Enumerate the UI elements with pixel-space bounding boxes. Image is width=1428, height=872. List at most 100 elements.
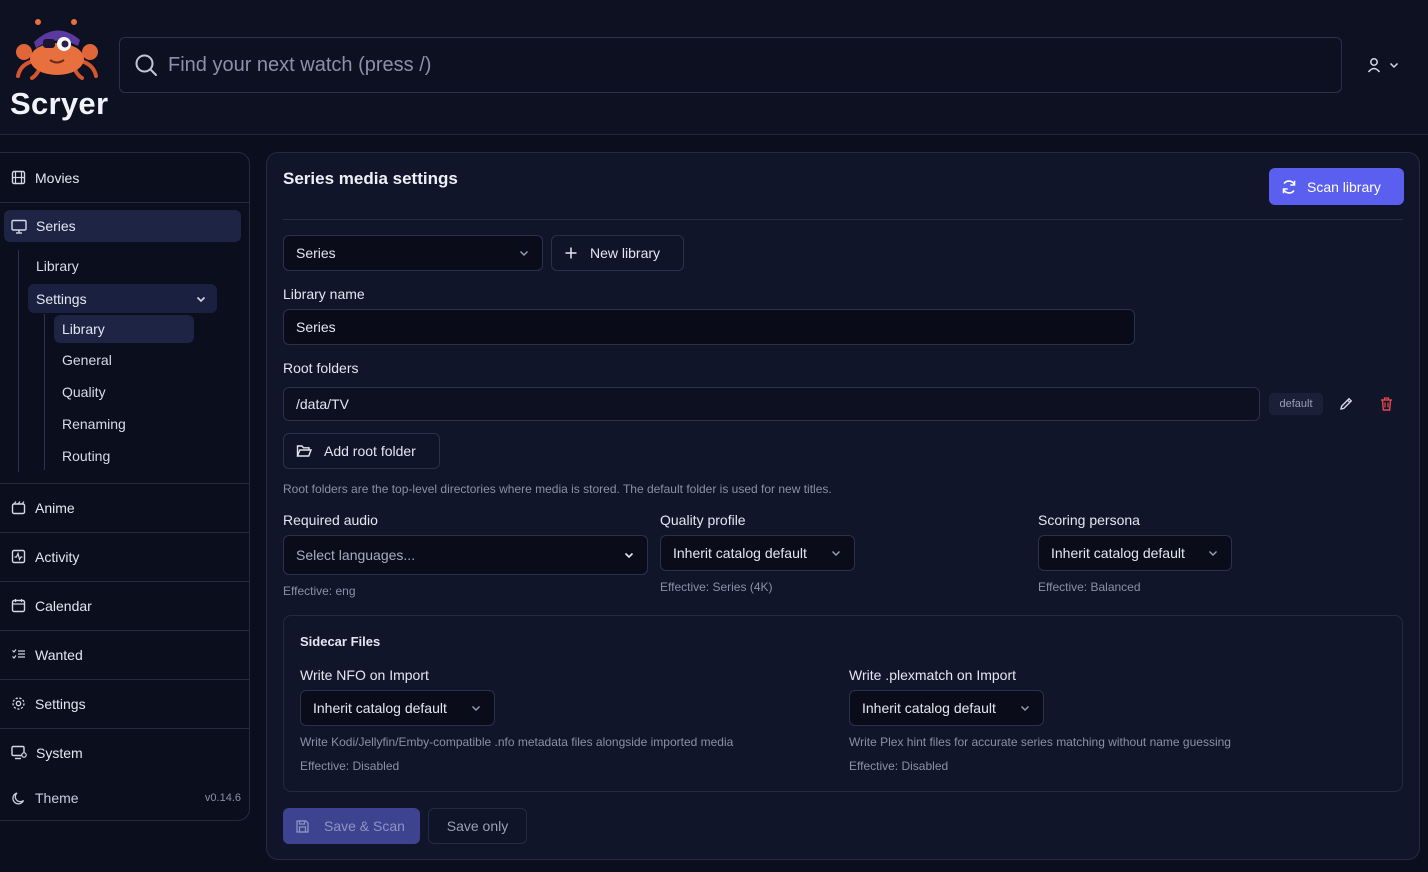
save-and-scan-label: Save & Scan xyxy=(324,818,405,834)
theme-label: Theme xyxy=(35,790,79,806)
sidebar-item-label: Settings xyxy=(35,695,86,712)
divider xyxy=(0,202,249,203)
root-folder-path-value: /data/TV xyxy=(296,396,349,412)
root-folders-label: Root folders xyxy=(283,360,359,376)
library-select-value: Series xyxy=(296,245,336,261)
library-select[interactable]: Series xyxy=(283,235,543,271)
sidebar-item-label: Series xyxy=(36,218,76,234)
sidebar-item-settings[interactable]: Settings xyxy=(0,679,249,728)
required-audio-label: Required audio xyxy=(283,512,378,528)
library-name-label: Library name xyxy=(283,286,365,302)
moon-icon xyxy=(11,791,26,806)
plexmatch-value: Inherit catalog default xyxy=(862,700,996,716)
sidebar-item-activity[interactable]: Activity xyxy=(0,532,249,581)
sidebar-item-series[interactable]: Series xyxy=(4,210,241,242)
scan-library-button[interactable]: Scan library xyxy=(1269,168,1404,205)
activity-icon xyxy=(11,549,26,564)
add-root-folder-label: Add root folder xyxy=(324,443,416,459)
sidebar: Movies Series Library Settings Library G… xyxy=(0,152,250,821)
chevron-down-icon xyxy=(1388,59,1400,71)
user-icon xyxy=(1366,57,1382,73)
settings-item-quality[interactable]: Quality xyxy=(62,378,106,406)
list-checks-icon xyxy=(11,647,26,662)
sidebar-item-label: Wanted xyxy=(35,646,83,663)
chevron-down-icon xyxy=(623,549,635,561)
sidebar-item-wanted[interactable]: Wanted xyxy=(0,630,249,679)
scoring-persona-effective: Effective: Balanced xyxy=(1038,580,1141,594)
scoring-persona-label: Scoring persona xyxy=(1038,512,1140,528)
scryer-logo[interactable] xyxy=(14,14,100,82)
sidebar-item-label: Anime xyxy=(35,499,75,516)
calendar-icon xyxy=(11,598,26,613)
plus-icon xyxy=(564,246,578,260)
sidebar-item-series-settings[interactable]: Settings xyxy=(28,284,217,313)
chevron-down-icon xyxy=(195,293,207,305)
chevron-down-icon xyxy=(470,702,482,714)
sidebar-item-label: Activity xyxy=(35,548,80,565)
sidebar-item-label: Settings xyxy=(36,290,87,307)
scan-library-label: Scan library xyxy=(1307,178,1381,195)
save-only-button[interactable]: Save only xyxy=(428,808,527,844)
library-name-field[interactable]: Series xyxy=(283,309,1135,345)
trash-icon[interactable] xyxy=(1379,396,1394,412)
add-root-folder-button[interactable]: Add root folder xyxy=(283,433,440,469)
search-input[interactable] xyxy=(168,53,1268,77)
nfo-effective: Effective: Disabled xyxy=(300,759,400,773)
nfo-select[interactable]: Inherit catalog default xyxy=(300,690,495,726)
quality-profile-select[interactable]: Inherit catalog default xyxy=(660,535,855,571)
settings-item-renaming[interactable]: Renaming xyxy=(62,410,126,438)
root-folder-path[interactable]: /data/TV xyxy=(283,387,1260,421)
monitor-icon xyxy=(11,219,27,234)
nfo-value: Inherit catalog default xyxy=(313,700,447,716)
sidebar-item-label: Calendar xyxy=(35,597,92,614)
gear-icon xyxy=(11,696,26,711)
plexmatch-effective: Effective: Disabled xyxy=(849,759,949,773)
sidebar-item-label: Movies xyxy=(35,169,80,186)
settings-item-routing[interactable]: Routing xyxy=(62,442,110,470)
sidecar-files-section: Sidecar Files Write NFO on Import Inheri… xyxy=(283,615,1403,792)
chevron-down-icon xyxy=(518,247,530,259)
default-badge: default xyxy=(1269,393,1323,415)
quality-profile-label: Quality profile xyxy=(660,512,746,528)
scoring-persona-select[interactable]: Inherit catalog default xyxy=(1038,535,1232,571)
search-bar[interactable] xyxy=(119,37,1342,93)
sidebar-item-movies[interactable]: Movies xyxy=(0,153,249,202)
save-icon xyxy=(295,819,310,834)
system-icon xyxy=(11,745,27,760)
brand-name: Scryer xyxy=(10,86,109,121)
app-version: v0.14.6 xyxy=(204,792,241,804)
film-icon xyxy=(11,170,26,185)
required-audio-select[interactable]: Select languages... xyxy=(283,535,648,575)
settings-item-general[interactable]: General xyxy=(62,346,112,374)
sidebar-item-calendar[interactable]: Calendar xyxy=(0,581,249,630)
anime-icon xyxy=(11,500,26,515)
plexmatch-select[interactable]: Inherit catalog default xyxy=(849,690,1044,726)
search-icon xyxy=(134,53,158,77)
root-folders-hint: Root folders are the top-level directori… xyxy=(283,482,832,496)
user-menu-button[interactable] xyxy=(1366,52,1410,78)
settings-item-library[interactable]: Library xyxy=(54,315,194,343)
scoring-persona-value: Inherit catalog default xyxy=(1051,545,1185,561)
series-media-settings-panel: Series media settings Scan library Serie… xyxy=(266,152,1420,860)
page-title: Series media settings xyxy=(283,169,458,188)
section-title: Sidecar Files xyxy=(300,634,381,649)
sidebar-item-label: System xyxy=(36,744,83,761)
nfo-label: Write NFO on Import xyxy=(300,667,429,683)
app-header: Scryer xyxy=(0,0,1428,135)
nfo-description: Write Kodi/Jellyfin/Emby-compatible .nfo… xyxy=(300,735,734,749)
tree-line xyxy=(18,250,19,472)
new-library-button[interactable]: New library xyxy=(551,235,684,271)
required-audio-placeholder: Select languages... xyxy=(296,547,416,563)
plexmatch-description: Write Plex hint files for accurate serie… xyxy=(849,735,1231,749)
plexmatch-label: Write .plexmatch on Import xyxy=(849,667,1017,683)
sidebar-item-anime[interactable]: Anime xyxy=(0,483,249,532)
sidebar-item-system[interactable]: System xyxy=(0,728,249,777)
chevron-down-icon xyxy=(830,547,842,559)
tree-line xyxy=(44,314,45,470)
chevron-down-icon xyxy=(1207,547,1219,559)
theme-toggle[interactable]: Theme v0.14.6 xyxy=(11,784,241,812)
save-and-scan-button[interactable]: Save & Scan xyxy=(283,808,420,844)
required-audio-effective: Effective: eng xyxy=(283,584,356,598)
sidebar-item-series-library[interactable]: Library xyxy=(36,252,79,280)
edit-icon[interactable] xyxy=(1338,396,1354,412)
